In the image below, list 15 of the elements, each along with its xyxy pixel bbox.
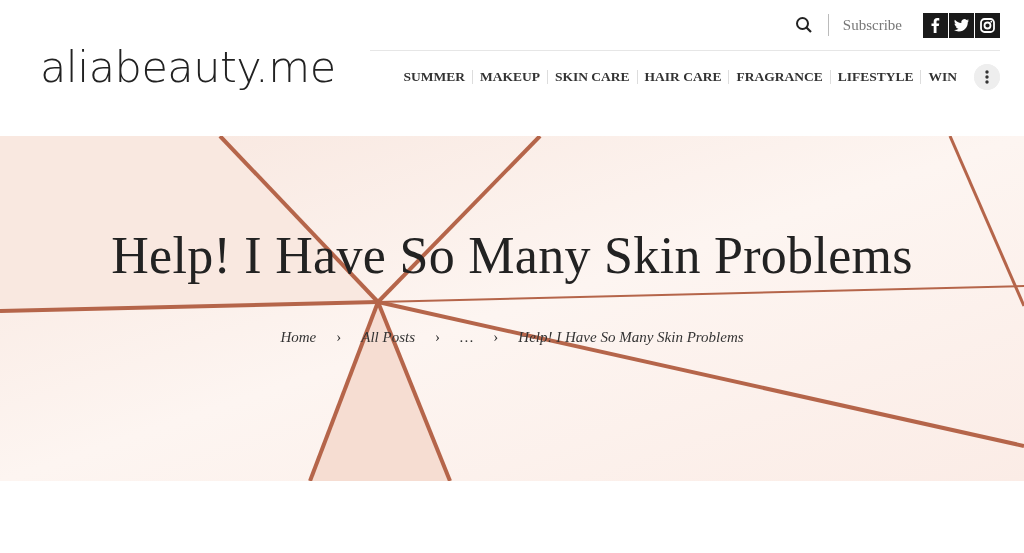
breadcrumb-link[interactable]: Home [280, 329, 317, 346]
nav-link[interactable]: LIFESTYLE [830, 70, 921, 84]
subscribe-link[interactable]: Subscribe [827, 14, 922, 36]
nav-link[interactable]: WIN [921, 70, 964, 84]
nav-link[interactable]: HAIR CARE [637, 70, 729, 84]
search-icon[interactable] [794, 16, 813, 34]
chevron-separator: › [336, 329, 342, 346]
ellipsis-text: … [460, 329, 474, 346]
nav-link[interactable]: SKIN CARE [547, 70, 637, 84]
chevron-separator: › [493, 329, 499, 346]
nav-link[interactable]: MAKEUP [472, 70, 547, 84]
nav-link[interactable]: SUMMER [396, 70, 472, 84]
site-logo[interactable]: aliabeauty.me [40, 42, 336, 92]
nav-link[interactable]: FRAGRANCE [729, 70, 830, 84]
chevron-separator: › [435, 329, 440, 346]
